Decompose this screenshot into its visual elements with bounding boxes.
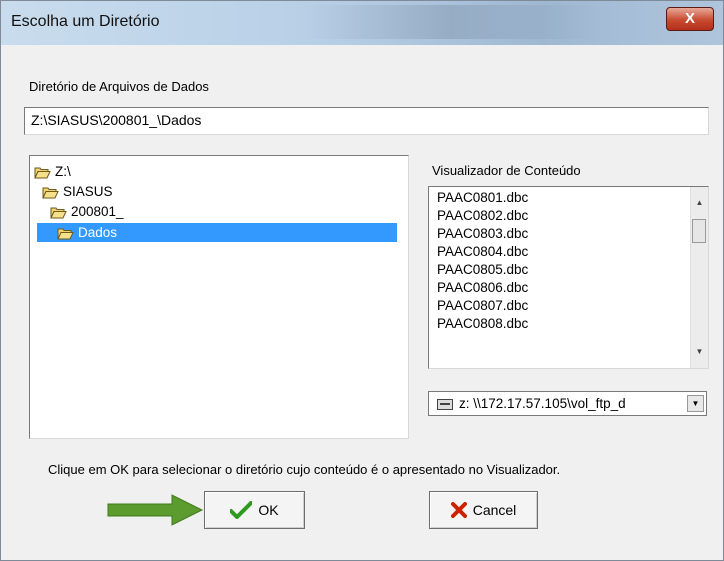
tree-item-label: Dados — [78, 225, 118, 240]
list-item[interactable]: PAAC0802.dbc — [437, 207, 528, 225]
list-item[interactable]: PAAC0808.dbc — [437, 315, 528, 333]
drive-select[interactable]: z: \\172.17.57.105\vol_ftp_d ▼ — [428, 391, 707, 416]
tree-item-label: 200801_ — [71, 204, 124, 219]
open-folder-icon — [57, 228, 74, 240]
instruction-text: Clique em OK para selecionar o diretório… — [48, 462, 561, 477]
list-item[interactable]: PAAC0803.dbc — [437, 225, 528, 243]
dialog-body: Diretório de Arquivos de Dados Z:\SIASUS… — [8, 45, 716, 553]
title-bar[interactable]: Escolha um Diretório X — [1, 1, 723, 45]
chevron-down-icon[interactable]: ▼ — [687, 395, 704, 412]
network-drive-icon — [437, 399, 453, 410]
checkmark-icon — [230, 501, 253, 519]
arrow-right-icon — [107, 494, 204, 526]
open-folder-icon — [42, 187, 59, 199]
drive-value: z: \\172.17.57.105\vol_ftp_d — [459, 396, 626, 411]
directory-path-input[interactable]: Z:\SIASUS\200801_\Dados — [24, 107, 709, 135]
window-title: Escolha um Diretório — [11, 13, 160, 30]
scroll-thumb[interactable] — [692, 219, 706, 243]
list-item[interactable]: PAAC0804.dbc — [437, 243, 528, 261]
list-item[interactable]: PAAC0807.dbc — [437, 297, 528, 315]
viewer-label: Visualizador de Conteúdo — [432, 163, 581, 178]
close-icon: X — [684, 10, 695, 27]
content-viewer-list[interactable]: PAAC0801.dbc PAAC0802.dbc PAAC0803.dbc P… — [428, 186, 709, 369]
directory-path-value: Z:\SIASUS\200801_\Dados — [31, 112, 202, 128]
title-bar-glare — [301, 5, 601, 39]
tree-item-drive[interactable]: Z:\ — [34, 162, 71, 181]
tree-item-label: Z:\ — [55, 164, 71, 179]
scroll-up-icon[interactable]: ▲ — [695, 198, 704, 207]
directory-tree[interactable]: Z:\ SIASUS 200801_ Dados — [29, 155, 409, 439]
list-item[interactable]: PAAC0801.dbc — [437, 189, 528, 207]
directory-label: Diretório de Arquivos de Dados — [29, 79, 209, 94]
close-icon — [450, 502, 467, 518]
cancel-button-label: Cancel — [472, 502, 517, 518]
open-folder-icon — [34, 167, 51, 179]
ok-button[interactable]: OK — [204, 491, 305, 529]
tree-item-dados[interactable]: Dados — [37, 223, 397, 242]
list-item[interactable]: PAAC0806.dbc — [437, 279, 528, 297]
list-item[interactable]: PAAC0805.dbc — [437, 261, 528, 279]
viewer-scrollbar[interactable]: ▲ ▼ — [690, 187, 708, 368]
scroll-down-icon[interactable]: ▼ — [695, 347, 704, 356]
close-button[interactable]: X — [666, 7, 714, 31]
tree-item-200801[interactable]: 200801_ — [50, 202, 124, 221]
cancel-button[interactable]: Cancel — [429, 491, 538, 529]
tree-item-label: SIASUS — [63, 184, 113, 199]
tree-item-siasus[interactable]: SIASUS — [42, 182, 113, 201]
dialog-window: Escolha um Diretório X Diretório de Arqu… — [0, 0, 724, 561]
ok-button-label: OK — [258, 502, 279, 518]
open-folder-icon — [50, 207, 67, 219]
